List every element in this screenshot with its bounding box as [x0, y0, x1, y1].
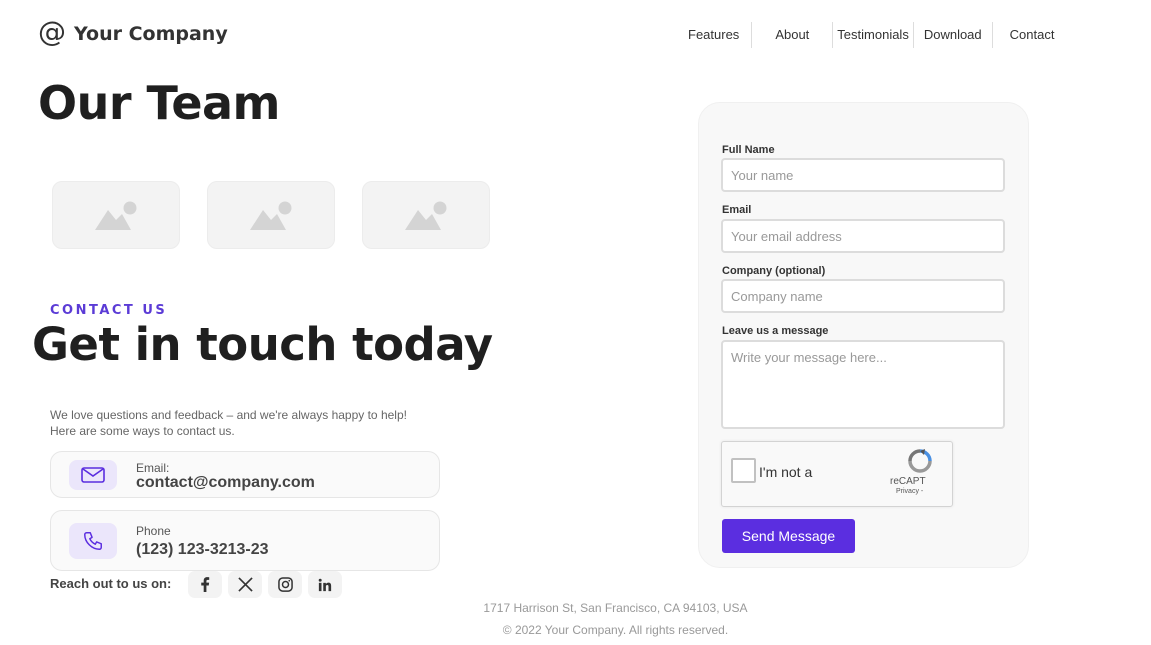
recaptcha-checkbox[interactable] — [731, 458, 756, 483]
nav-about[interactable]: About — [752, 22, 832, 48]
email-card[interactable]: Email: contact@company.com — [50, 451, 440, 498]
message-label: Leave us a message — [722, 325, 829, 337]
x-icon[interactable] — [228, 571, 262, 598]
top-nav: Features About Testimonials Download Con… — [676, 22, 1071, 48]
team-photo-placeholder — [362, 181, 490, 249]
at-logo-icon: @ — [38, 15, 66, 48]
nav-testimonials[interactable]: Testimonials — [833, 22, 913, 48]
contact-intro-line: We love questions and feedback – and we'… — [50, 408, 407, 422]
phone-icon — [69, 523, 117, 559]
phone-value[interactable]: (123) 123-3213-23 — [136, 541, 269, 559]
contact-eyebrow: CONTACT US — [50, 303, 168, 318]
contact-title: Get in touch today — [32, 318, 493, 371]
instagram-icon[interactable] — [268, 571, 302, 598]
company-label: Company (optional) — [722, 265, 826, 277]
company-input[interactable] — [721, 279, 1005, 313]
send-message-button[interactable]: Send Message — [722, 519, 855, 553]
facebook-icon[interactable] — [188, 571, 222, 598]
recaptcha-privacy-link[interactable]: Privacy - — [896, 488, 923, 495]
message-textarea[interactable] — [721, 340, 1005, 429]
image-placeholder-icon — [95, 201, 137, 230]
full-name-label: Full Name — [722, 144, 775, 156]
footer-address: 1717 Harrison St, San Francisco, CA 9410… — [483, 601, 748, 615]
recaptcha-text: I'm not a — [759, 464, 813, 480]
recaptcha-brand: reCAPT — [890, 476, 926, 487]
image-placeholder-icon — [250, 201, 292, 230]
team-photo-placeholder — [52, 181, 180, 249]
email-field-label: Email — [722, 204, 752, 216]
nav-download[interactable]: Download — [914, 22, 992, 48]
footer-copyright: © 2022 Your Company. All rights reserved… — [502, 623, 729, 637]
phone-label: Phone — [136, 524, 171, 538]
mail-icon — [69, 460, 117, 490]
company-logo[interactable]: @ Your Company — [38, 15, 228, 48]
recaptcha-widget: I'm not a reCAPT Privacy - — [721, 441, 953, 507]
image-placeholder-icon — [405, 201, 447, 230]
team-title: Our Team — [38, 76, 281, 130]
email-field[interactable] — [721, 219, 1005, 253]
phone-card[interactable]: Phone (123) 123-3213-23 — [50, 510, 440, 571]
email-value[interactable]: contact@company.com — [136, 474, 315, 492]
company-name: Your Company — [74, 22, 228, 45]
reach-out-label: Reach out to us on: — [50, 576, 172, 591]
email-label: Email: — [136, 461, 170, 475]
contact-intro-line: Here are some ways to contact us. — [50, 424, 235, 438]
nav-features[interactable]: Features — [676, 22, 751, 48]
linkedin-icon[interactable] — [308, 571, 342, 598]
recaptcha-logo-icon — [908, 449, 932, 473]
full-name-input[interactable] — [721, 158, 1005, 192]
contact-intro: We love questions and feedback – and we'… — [50, 407, 407, 439]
team-photo-placeholder — [207, 181, 335, 249]
nav-contact[interactable]: Contact — [993, 22, 1072, 48]
